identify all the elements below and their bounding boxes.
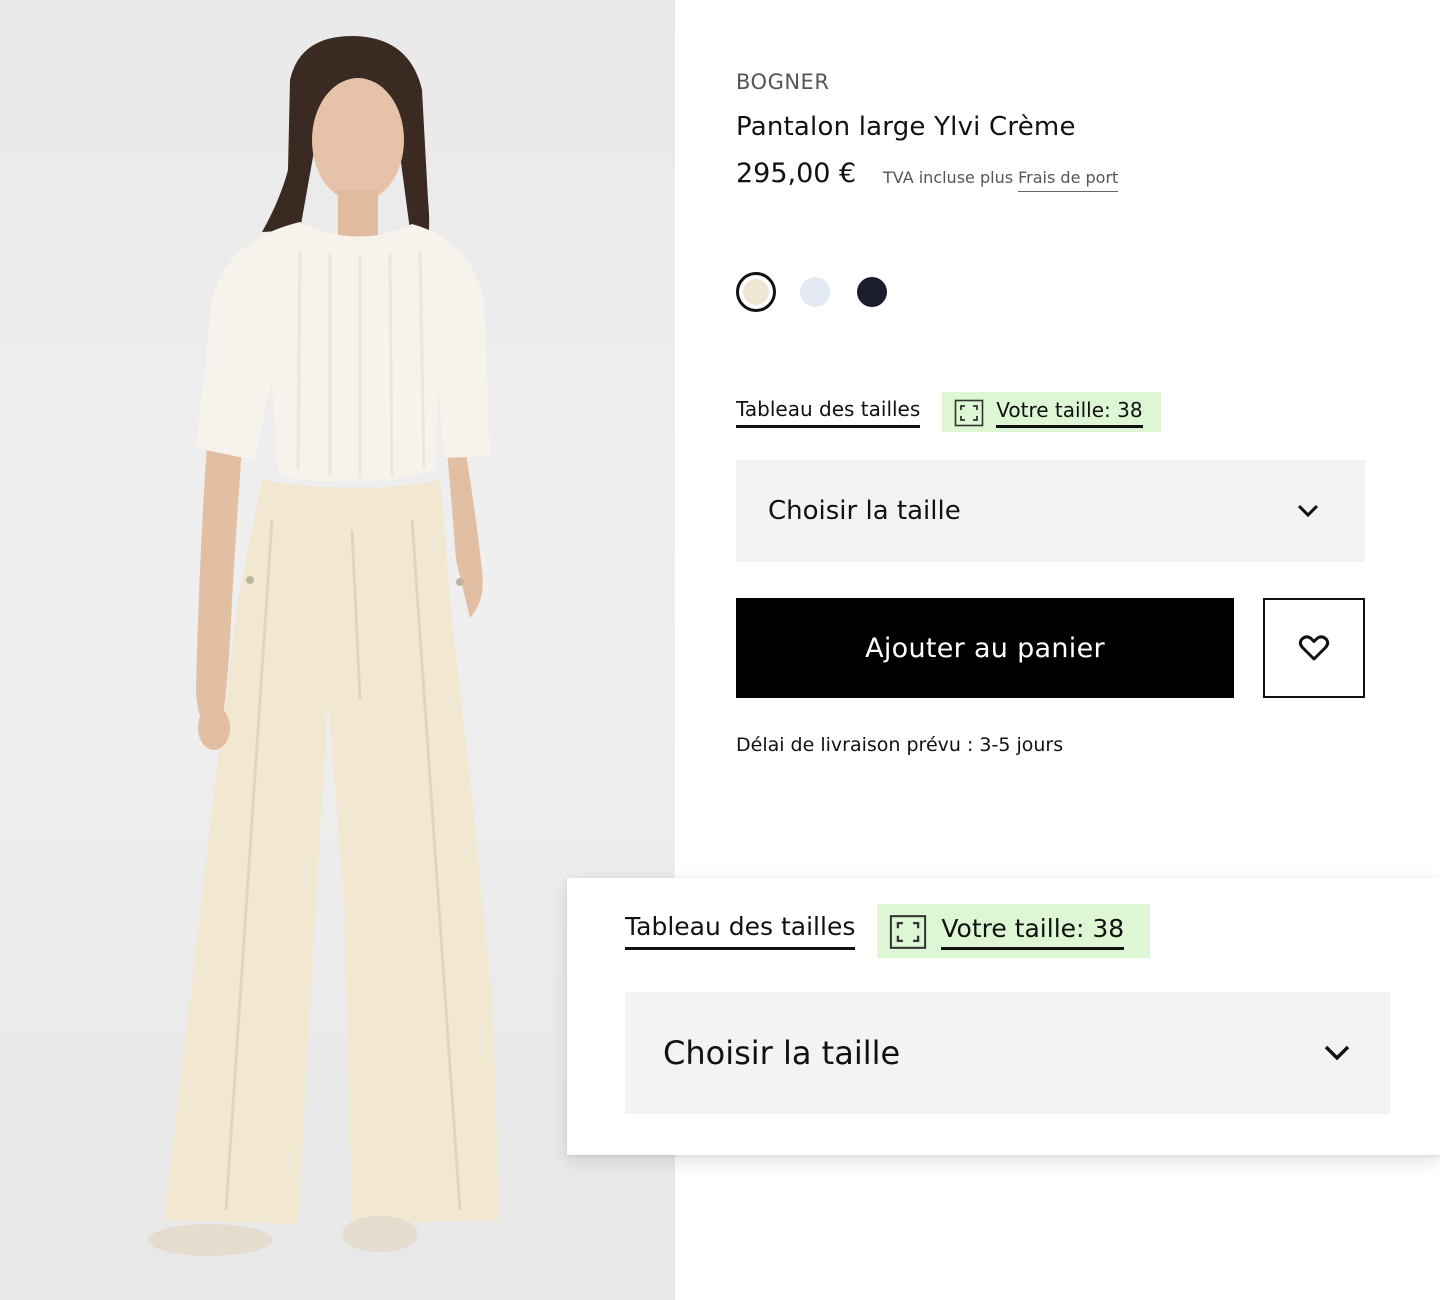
light-blue-swatch[interactable] (800, 277, 830, 307)
size-select[interactable]: Choisir la taille (736, 460, 1365, 562)
shipping-link[interactable]: Frais de port (1018, 168, 1119, 192)
chevron-down-icon (1324, 1045, 1350, 1061)
tax-info: TVA incluse plus Frais de port (883, 168, 1119, 192)
chevron-down-icon (1297, 504, 1319, 518)
product-price: 295,00 € (736, 158, 857, 189)
heart-icon (1298, 635, 1330, 661)
cream-swatch[interactable] (736, 272, 776, 312)
callout-size-links: Tableau des tailles Votre taille: 38 (625, 904, 1151, 958)
size-links: Tableau des tailles Votre taille: 38 (736, 392, 1161, 432)
callout-size-select[interactable]: Choisir la taille (625, 992, 1390, 1114)
size-frame-icon (890, 915, 927, 949)
size-chart-link[interactable]: Tableau des tailles (736, 397, 921, 428)
your-size-badge[interactable]: Votre taille: 38 (942, 392, 1161, 432)
tax-text: TVA incluse plus (883, 168, 1019, 187)
size-callout-zoom: Tableau des tailles Votre taille: 38 Cho… (567, 878, 1440, 1155)
wishlist-button[interactable] (1263, 598, 1365, 698)
navy-swatch[interactable] (857, 277, 887, 307)
cream-swatch-fill (743, 279, 769, 305)
callout-your-size-badge[interactable]: Votre taille: 38 (877, 904, 1151, 958)
product-title: Pantalon large Ylvi Crème (736, 112, 1076, 142)
size-frame-icon (954, 399, 984, 427)
your-size-label: Votre taille: 38 (996, 398, 1143, 428)
size-select-label: Choisir la taille (768, 496, 961, 526)
delivery-estimate: Délai de livraison prévu : 3-5 jours (736, 734, 1064, 756)
add-to-cart-button[interactable]: Ajouter au panier (736, 598, 1234, 698)
callout-your-size-label: Votre taille: 38 (941, 914, 1125, 950)
callout-size-select-label: Choisir la taille (663, 1034, 901, 1072)
brand-name[interactable]: BOGNER (736, 70, 829, 94)
callout-size-chart-link[interactable]: Tableau des tailles (625, 912, 856, 950)
